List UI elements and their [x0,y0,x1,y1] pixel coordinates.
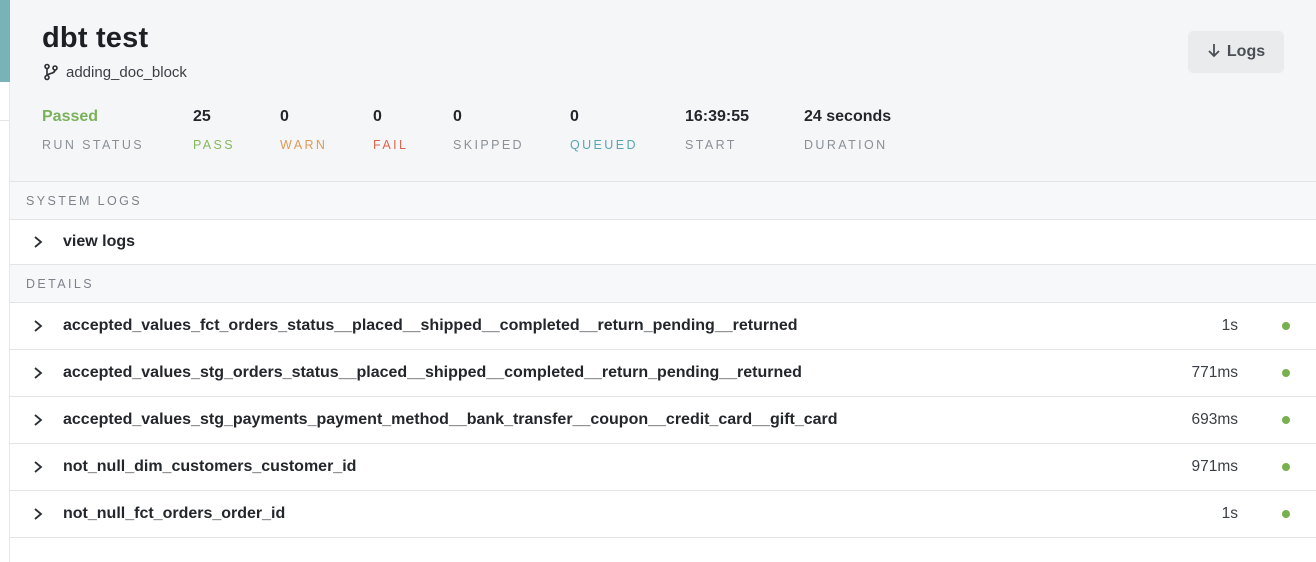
stat-start: 16:39:55 START [685,107,749,153]
stat-value: 0 [280,108,289,125]
stat-label: START [685,138,737,152]
system-logs-heading: SYSTEM LOGS [10,182,1316,220]
test-row[interactable]: not_null_fct_orders_order_id 1s [10,491,1316,538]
stat-warn: 0 WARN [280,107,327,153]
branch-name: adding_doc_block [66,63,187,81]
test-row[interactable]: accepted_values_stg_orders_status__place… [10,350,1316,397]
stat-label: WARN [280,138,328,152]
stat-fail: 0 FAIL [373,107,408,153]
stat-value: 16:39:55 [685,108,750,125]
status-dot-icon [1282,416,1290,424]
left-nav-accent [0,0,10,82]
git-branch-icon [42,63,60,81]
test-row[interactable]: not_null_dim_customers_customer_id 971ms [10,444,1316,491]
stat-label: DURATION [804,138,888,152]
test-duration: 693ms [1191,411,1238,428]
stat-label: FAIL [373,138,409,152]
run-detail-panel: dbt test adding_doc_block Logs Passed RU… [10,0,1316,562]
arrow-down-icon [1207,42,1221,63]
chevron-right-icon [31,235,45,249]
chevron-right-icon [31,507,45,521]
chevron-right-icon [31,319,45,333]
chevron-right-icon [31,366,45,380]
branch-label: adding_doc_block [42,63,187,81]
view-logs-label: view logs [63,233,136,250]
stat-skipped: 0 SKIPPED [453,107,524,153]
logs-button-label: Logs [1226,43,1266,60]
test-duration: 1s [1221,505,1238,522]
stat-value: 0 [373,108,382,125]
download-logs-button[interactable]: Logs [1188,31,1284,73]
view-logs-row[interactable]: view logs [10,220,1316,265]
run-header: dbt test adding_doc_block Logs Passed RU… [10,0,1316,182]
stat-value: 0 [453,108,462,125]
status-dot-icon [1282,369,1290,377]
stat-value: 24 seconds [804,108,892,125]
chevron-right-icon [31,460,45,474]
left-nav-edge [0,82,10,562]
stat-pass: 25 PASS [193,107,235,153]
test-name: accepted_values_fct_orders_status__place… [63,317,798,334]
stat-value: Passed [42,108,99,125]
status-dot-icon [1282,322,1290,330]
run-page: dbt test adding_doc_block Logs Passed RU… [0,0,1316,562]
chevron-right-icon [31,413,45,427]
stat-label: SKIPPED [453,138,524,152]
test-duration: 1s [1221,317,1238,334]
status-dot-icon [1282,463,1290,471]
page-title: dbt test [42,22,149,54]
details-heading: DETAILS [10,265,1316,303]
stat-queued: 0 QUEUED [570,107,638,153]
test-duration: 771ms [1191,364,1238,381]
test-name: accepted_values_stg_payments_payment_met… [63,411,838,428]
stat-run-status: Passed RUN STATUS [42,107,144,153]
test-name: accepted_values_stg_orders_status__place… [63,364,802,381]
status-dot-icon [1282,510,1290,518]
stat-value: 0 [570,108,579,125]
test-duration: 971ms [1191,458,1238,475]
test-name: not_null_dim_customers_customer_id [63,458,357,475]
stat-label: RUN STATUS [42,138,145,152]
stat-label: QUEUED [570,138,638,152]
test-row[interactable]: accepted_values_fct_orders_status__place… [10,303,1316,350]
test-row[interactable]: accepted_values_stg_payments_payment_met… [10,397,1316,444]
stat-label: PASS [193,138,236,152]
stat-value: 25 [193,108,211,125]
stat-duration: 24 seconds DURATION [804,107,891,153]
test-name: not_null_fct_orders_order_id [63,505,286,522]
